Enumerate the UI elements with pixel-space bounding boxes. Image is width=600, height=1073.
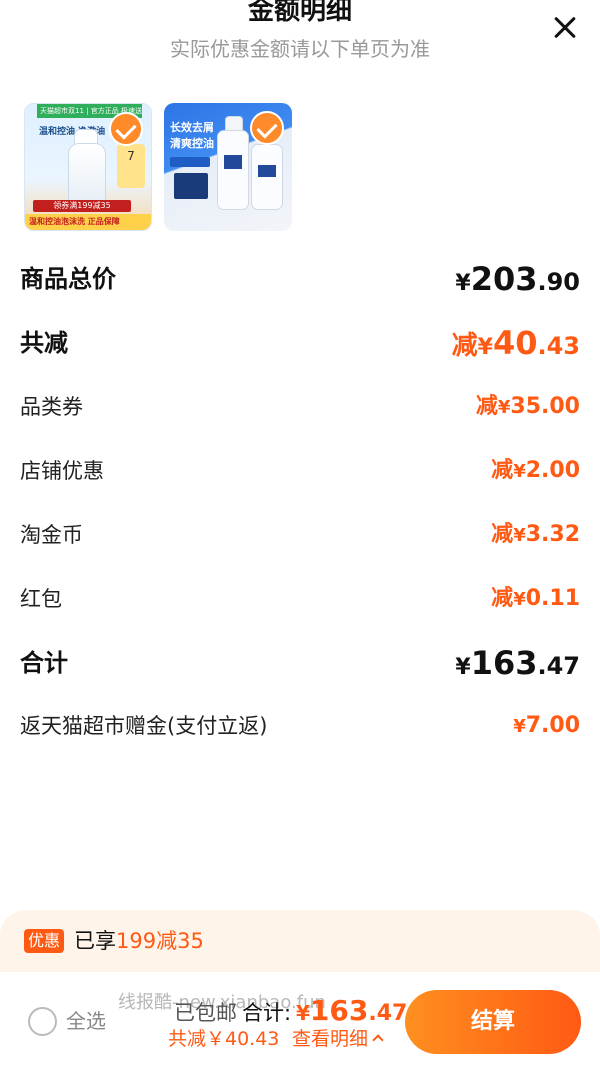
thumbnail-box-shape <box>174 173 208 199</box>
discount-currency: ¥ <box>497 397 511 418</box>
rebate-amount: 7.00 <box>525 713 580 738</box>
checkout-button[interactable]: 结算 <box>405 990 581 1054</box>
discount-value: 减¥2.00 <box>491 451 580 492</box>
total-value: ¥163.47 <box>455 643 580 689</box>
chevron-up-icon <box>372 1034 384 1046</box>
discount-label: 品类券 <box>20 395 83 419</box>
rebate-currency: ¥ <box>513 716 526 737</box>
discount-value: 减¥35.00 <box>476 387 580 428</box>
total-discount-integer: 40 <box>492 324 538 362</box>
discount-row-coins: 淘金币 减¥3.32 <box>20 515 580 555</box>
discount-prefix: 减 <box>491 522 514 547</box>
discount-value: 减¥3.32 <box>491 515 580 556</box>
close-icon[interactable] <box>550 13 580 43</box>
rebate-label: 返天猫超市赠金(支付立返) <box>20 714 268 738</box>
bottle-shape-a <box>218 131 248 209</box>
thumbnail-tag: 7 <box>117 144 145 188</box>
discount-value: 减¥0.11 <box>491 579 580 620</box>
promo-highlight: 199减35 <box>116 929 204 953</box>
discount-amount: 3.32 <box>525 522 580 547</box>
footer-total-label: 合计: <box>242 1001 292 1025</box>
total-discount-prefix: 减 <box>451 331 478 361</box>
thumbnail-badge-shape <box>170 157 210 167</box>
bottle-label-b <box>258 165 276 177</box>
discount-prefix: 减 <box>491 586 514 611</box>
thumbnail-headline-line1: 长效去屑 <box>170 121 214 134</box>
total-decimal: .47 <box>537 652 580 680</box>
discount-currency: ¥ <box>513 589 526 610</box>
view-details-label: 查看明细 <box>292 1028 369 1050</box>
shipping-status: 已包邮 <box>174 1001 237 1025</box>
discount-row-category-coupon: 品类券 减¥35.00 <box>20 387 580 427</box>
promo-text: 已享199减35 <box>74 924 204 958</box>
page-subtitle: 实际优惠金额请以下单页为准 <box>170 37 430 61</box>
subtotal-label: 商品总价 <box>20 265 116 293</box>
footer-savings: 共减￥40.43 <box>168 1028 280 1050</box>
promo-text-prefix: 已享 <box>74 929 116 953</box>
thumbnail-offer: 领券满199减35 <box>33 200 131 212</box>
discount-prefix: 减 <box>475 394 498 419</box>
rebate-row: 返天猫超市赠金(支付立返) ¥7.00 <box>20 706 580 746</box>
discount-row-red-packet: 红包 减¥0.11 <box>20 579 580 619</box>
discount-label: 淘金币 <box>20 523 83 547</box>
subtotal-value: ¥203.90 <box>455 259 580 305</box>
thumbnail-headline-line2: 清爽控油 <box>170 137 214 150</box>
subtotal-currency: ¥ <box>455 271 471 296</box>
total-label: 合计 <box>20 649 68 677</box>
view-details-link[interactable]: 查看明细 <box>292 1026 384 1052</box>
discount-prefix: 减 <box>491 458 514 483</box>
check-icon[interactable] <box>250 111 284 145</box>
bottle-shape <box>69 144 105 204</box>
discount-amount: 35.00 <box>510 394 580 419</box>
total-integer: 163 <box>470 644 538 682</box>
total-discount-decimal: .43 <box>537 332 580 360</box>
footer-total-integer: 163 <box>309 994 369 1027</box>
total-currency: ¥ <box>455 655 471 680</box>
discount-label: 店铺优惠 <box>20 459 104 483</box>
total-discount-currency: ¥ <box>477 335 493 360</box>
product-thumbnail-2[interactable]: 长效去屑 清爽控油 <box>164 103 292 231</box>
discount-currency: ¥ <box>513 461 526 482</box>
select-all-radio[interactable] <box>28 1007 57 1036</box>
thumbnail-strip: 温和控油泡沫洗 正品保障 <box>25 214 151 230</box>
select-all-label[interactable]: 全选 <box>66 1006 106 1036</box>
discount-currency: ¥ <box>513 525 526 546</box>
discount-amount: 0.11 <box>525 586 580 611</box>
discount-row-store: 店铺优惠 减¥2.00 <box>20 451 580 491</box>
discount-label: 红包 <box>20 587 62 611</box>
check-icon[interactable] <box>109 112 143 146</box>
bottle-shape-b <box>252 145 282 209</box>
promo-badge: 优惠 <box>24 929 64 953</box>
page-title: 金额明细 <box>247 0 352 26</box>
rebate-value: ¥7.00 <box>513 706 580 747</box>
total-discount-row: 共减 减¥40.43 <box>20 323 580 363</box>
discount-amount: 2.00 <box>525 458 580 483</box>
total-discount-value: 减¥40.43 <box>452 323 580 369</box>
subtotal-row: 商品总价 ¥203.90 <box>20 259 580 299</box>
footer-total-decimal: .47 <box>368 1001 408 1026</box>
product-thumbnail-1[interactable]: 天猫超市双11 | 官方正品 极速送达 温和控油 净澈油 7 领券满199减35… <box>24 103 152 231</box>
bottle-label-a <box>224 155 242 169</box>
subtotal-integer: 203 <box>470 260 538 298</box>
footer-total-currency: ¥ <box>296 1001 310 1025</box>
total-row: 合计 ¥163.47 <box>20 643 580 683</box>
total-discount-label: 共减 <box>20 329 68 357</box>
subtotal-decimal: .90 <box>537 268 580 296</box>
